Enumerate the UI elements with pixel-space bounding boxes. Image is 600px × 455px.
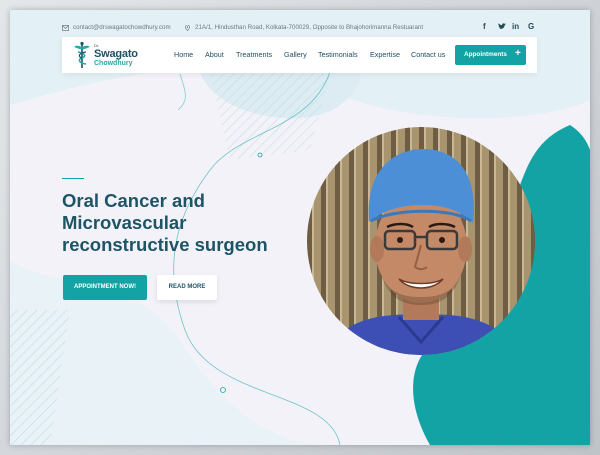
doctor-portrait (307, 127, 535, 355)
caduceus-logo-icon (74, 41, 90, 68)
linkedin-icon[interactable]: in (512, 22, 519, 31)
logo-name: Swagato (94, 48, 138, 60)
facebook-icon[interactable]: f (483, 22, 486, 31)
read-more-button[interactable]: READ MORE (157, 275, 217, 300)
top-info-bar: contact@drswagatochowdhury.com 21A/1, Hi… (62, 20, 542, 36)
hero-accent-line (62, 178, 84, 179)
nav-treatments[interactable]: Treatments (236, 50, 272, 59)
main-navbar: Dr. Swagato Chowdhury Home About Treatme… (62, 37, 537, 73)
nav-about[interactable]: About (205, 50, 224, 59)
plus-icon: + (515, 48, 521, 59)
hero-title: Oral Cancer and Microvascular reconstruc… (62, 190, 322, 256)
nav-gallery[interactable]: Gallery (284, 50, 307, 59)
appointments-button[interactable]: Appointments + (455, 45, 526, 65)
nav-expertise[interactable]: Expertise (370, 50, 400, 59)
location-pin-icon (185, 24, 190, 31)
mail-icon (62, 24, 69, 31)
hero-title-line: Microvascular (62, 212, 187, 233)
email-text: contact@drswagatochowdhury.com (73, 24, 171, 31)
address-text: 21A/1, Hindusthan Road, Kolkata-700029, … (195, 24, 424, 31)
logo-surname: Chowdhury (94, 60, 133, 67)
address-info: 21A/1, Hindusthan Road, Kolkata-700029, … (184, 24, 423, 31)
browser-frame: contact@drswagatochowdhury.com 21A/1, Hi… (0, 0, 600, 455)
appointments-label: Appointments (464, 51, 507, 58)
twitter-icon[interactable] (498, 23, 506, 30)
nav-contact[interactable]: Contact us (411, 50, 445, 59)
doctor-photo-illustration (307, 127, 535, 355)
hero-title-line: reconstructive surgeon (62, 234, 268, 255)
nav-home[interactable]: Home (174, 50, 193, 59)
site-logo[interactable]: Dr. Swagato Chowdhury (72, 41, 152, 71)
appointment-now-button[interactable]: APPOINTMENT NOW! (63, 275, 147, 300)
web-page: contact@drswagatochowdhury.com 21A/1, Hi… (10, 10, 590, 445)
google-icon[interactable]: G (528, 22, 534, 31)
nav-testimonials[interactable]: Testimonials (318, 50, 358, 59)
hero-title-line: Oral Cancer and (62, 190, 205, 211)
email-contact[interactable]: contact@drswagatochowdhury.com (62, 24, 171, 31)
